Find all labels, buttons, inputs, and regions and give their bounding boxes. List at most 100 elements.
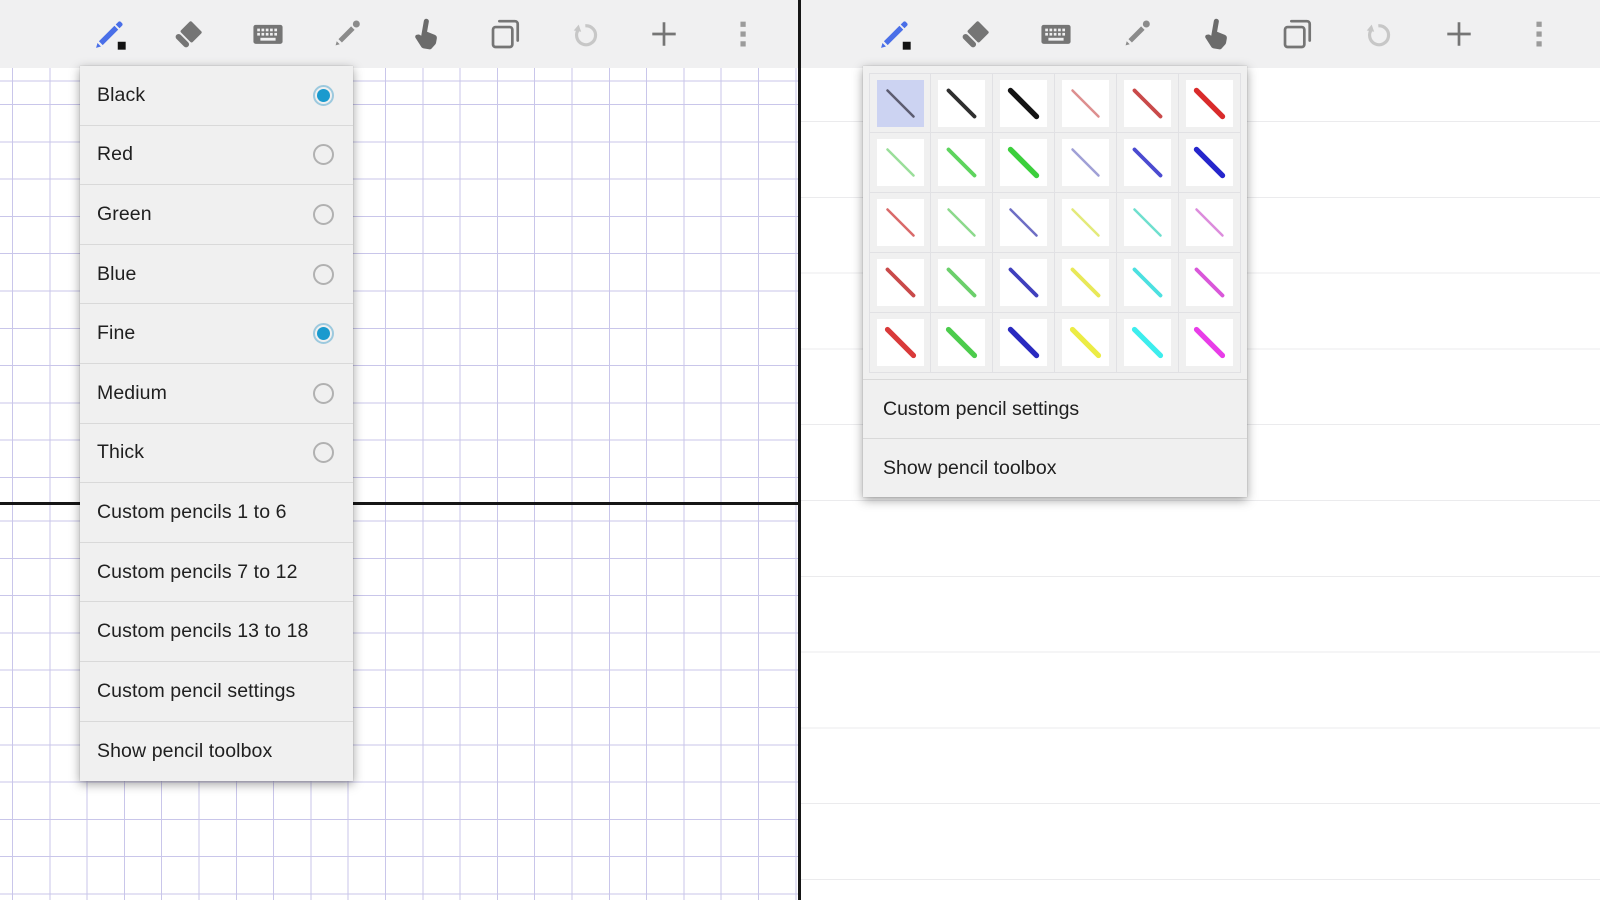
menu-item-thick[interactable]: Thick xyxy=(80,424,353,484)
keyboard-tool-button[interactable] xyxy=(246,6,290,62)
marker-tool-button[interactable] xyxy=(1115,6,1159,62)
marker-icon xyxy=(328,15,366,53)
pencil-swatch xyxy=(877,199,924,246)
add-page-tool-button[interactable] xyxy=(1437,6,1481,62)
pencil-swatch-r4-c3[interactable] xyxy=(993,253,1055,313)
pencil-swatch-r1-c5[interactable] xyxy=(1117,73,1179,133)
overflow-menu-tool-button[interactable] xyxy=(1517,6,1561,62)
pencil-swatch-r2-c2[interactable] xyxy=(931,133,993,193)
eraser-icon xyxy=(170,15,208,53)
menu-item-custom-pencil-settings[interactable]: Custom pencil settings xyxy=(863,379,1247,438)
pencil-stroke-preview-icon xyxy=(1186,199,1233,246)
pencil-swatch xyxy=(1062,80,1109,127)
pencil-swatch-r4-c5[interactable] xyxy=(1117,253,1179,313)
radio-unselected-icon xyxy=(313,204,334,225)
menu-item-custom-pencil-settings[interactable]: Custom pencil settings xyxy=(80,662,353,722)
duplicate-tool-button[interactable] xyxy=(1276,6,1320,62)
menu-item-green[interactable]: Green xyxy=(80,185,353,245)
pencil-swatch xyxy=(938,80,985,127)
pencil-swatch-r4-c1[interactable] xyxy=(869,253,931,313)
pencil-swatch xyxy=(1186,319,1233,366)
finger-tool-button[interactable] xyxy=(1195,6,1239,62)
pencil-swatch-r3-c3[interactable] xyxy=(993,193,1055,253)
pencil-stroke-preview-icon xyxy=(1000,80,1047,127)
pencil-swatch-r1-c6[interactable] xyxy=(1179,73,1241,133)
pencil-swatch-r5-c3[interactable] xyxy=(993,313,1055,373)
pencil-swatch xyxy=(1124,80,1171,127)
pencil-stroke-preview-icon xyxy=(877,199,924,246)
menu-item-label: Blue xyxy=(97,263,136,286)
radio-unselected-icon xyxy=(313,383,334,404)
pencil-swatch-r2-c3[interactable] xyxy=(993,133,1055,193)
pencil-swatch-r5-c4[interactable] xyxy=(1055,313,1117,373)
menu-item-show-pencil-toolbox[interactable]: Show pencil toolbox xyxy=(80,722,353,782)
menu-item-black[interactable]: Black xyxy=(80,66,353,126)
undo-tool-button[interactable] xyxy=(563,6,607,62)
pencil-swatch-r1-c1[interactable] xyxy=(869,73,931,133)
pencil-swatch-r4-c4[interactable] xyxy=(1055,253,1117,313)
menu-item-custom-pencils-7-to-12[interactable]: Custom pencils 7 to 12 xyxy=(80,543,353,603)
pencil-swatch-r5-c1[interactable] xyxy=(869,313,931,373)
menu-item-label: Custom pencils 7 to 12 xyxy=(97,561,298,584)
duplicate-icon xyxy=(487,15,525,53)
pencil-swatch-selected xyxy=(877,80,924,127)
pencil-swatch xyxy=(938,259,985,306)
menu-item-medium[interactable]: Medium xyxy=(80,364,353,424)
undo-tool-button[interactable] xyxy=(1356,6,1400,62)
split-view-divider xyxy=(798,0,801,900)
undo-icon xyxy=(566,15,604,53)
marker-tool-button[interactable] xyxy=(325,6,369,62)
menu-item-label: Custom pencil settings xyxy=(97,680,295,703)
pencil-swatch-r1-c4[interactable] xyxy=(1055,73,1117,133)
add-page-icon xyxy=(645,15,683,53)
pencil-swatch xyxy=(877,259,924,306)
pencil-swatch-r4-c6[interactable] xyxy=(1179,253,1241,313)
add-page-tool-button[interactable] xyxy=(642,6,686,62)
pencil-swatch-r1-c3[interactable] xyxy=(993,73,1055,133)
pencil-swatch xyxy=(938,319,985,366)
eraser-icon xyxy=(957,15,995,53)
menu-item-show-pencil-toolbox[interactable]: Show pencil toolbox xyxy=(863,438,1247,497)
pencil-options-menu: BlackRedGreenBlueFineMediumThickCustom p… xyxy=(80,66,353,781)
pencil-stroke-preview-icon xyxy=(938,199,985,246)
pencil-swatch-r3-c1[interactable] xyxy=(869,193,931,253)
pencil-swatch xyxy=(1000,199,1047,246)
pencil-swatch xyxy=(1062,259,1109,306)
pencil-swatch-r5-c6[interactable] xyxy=(1179,313,1241,373)
pencil-stroke-preview-icon xyxy=(877,80,924,127)
pencil-stroke-preview-icon xyxy=(877,139,924,186)
finger-tool-button[interactable] xyxy=(405,6,449,62)
pencil-swatch xyxy=(1124,199,1171,246)
pencil-swatch-r2-c5[interactable] xyxy=(1117,133,1179,193)
menu-item-custom-pencils-1-to-6[interactable]: Custom pencils 1 to 6 xyxy=(80,483,353,543)
pencil-tool-button[interactable] xyxy=(873,6,917,62)
eraser-tool-button[interactable] xyxy=(167,6,211,62)
pencil-swatch-r3-c2[interactable] xyxy=(931,193,993,253)
pencil-swatch-r1-c2[interactable] xyxy=(931,73,993,133)
eraser-tool-button[interactable] xyxy=(954,6,998,62)
pencil-swatch-r5-c5[interactable] xyxy=(1117,313,1179,373)
pencil-stroke-preview-icon xyxy=(1000,199,1047,246)
pencil-swatch-r5-c2[interactable] xyxy=(931,313,993,373)
pencil-swatch-r3-c4[interactable] xyxy=(1055,193,1117,253)
pencil-swatch-r2-c6[interactable] xyxy=(1179,133,1241,193)
add-page-icon xyxy=(1440,15,1478,53)
overflow-menu-icon xyxy=(724,15,762,53)
pencil-swatch-r2-c1[interactable] xyxy=(869,133,931,193)
pencil-swatch-r3-c6[interactable] xyxy=(1179,193,1241,253)
menu-item-fine[interactable]: Fine xyxy=(80,304,353,364)
pencil-swatch-r3-c5[interactable] xyxy=(1117,193,1179,253)
menu-item-blue[interactable]: Blue xyxy=(80,245,353,305)
menu-item-label: Red xyxy=(97,143,133,166)
overflow-menu-tool-button[interactable] xyxy=(721,6,765,62)
pencil-swatch-r4-c2[interactable] xyxy=(931,253,993,313)
pencil-swatch-r2-c4[interactable] xyxy=(1055,133,1117,193)
menu-item-custom-pencils-13-to-18[interactable]: Custom pencils 13 to 18 xyxy=(80,602,353,662)
keyboard-icon xyxy=(1037,15,1075,53)
keyboard-tool-button[interactable] xyxy=(1034,6,1078,62)
pencil-tool-button[interactable] xyxy=(88,6,132,62)
duplicate-tool-button[interactable] xyxy=(484,6,528,62)
pencil-swatch xyxy=(1000,259,1047,306)
menu-item-red[interactable]: Red xyxy=(80,126,353,186)
pencil-stroke-preview-icon xyxy=(1062,319,1109,366)
